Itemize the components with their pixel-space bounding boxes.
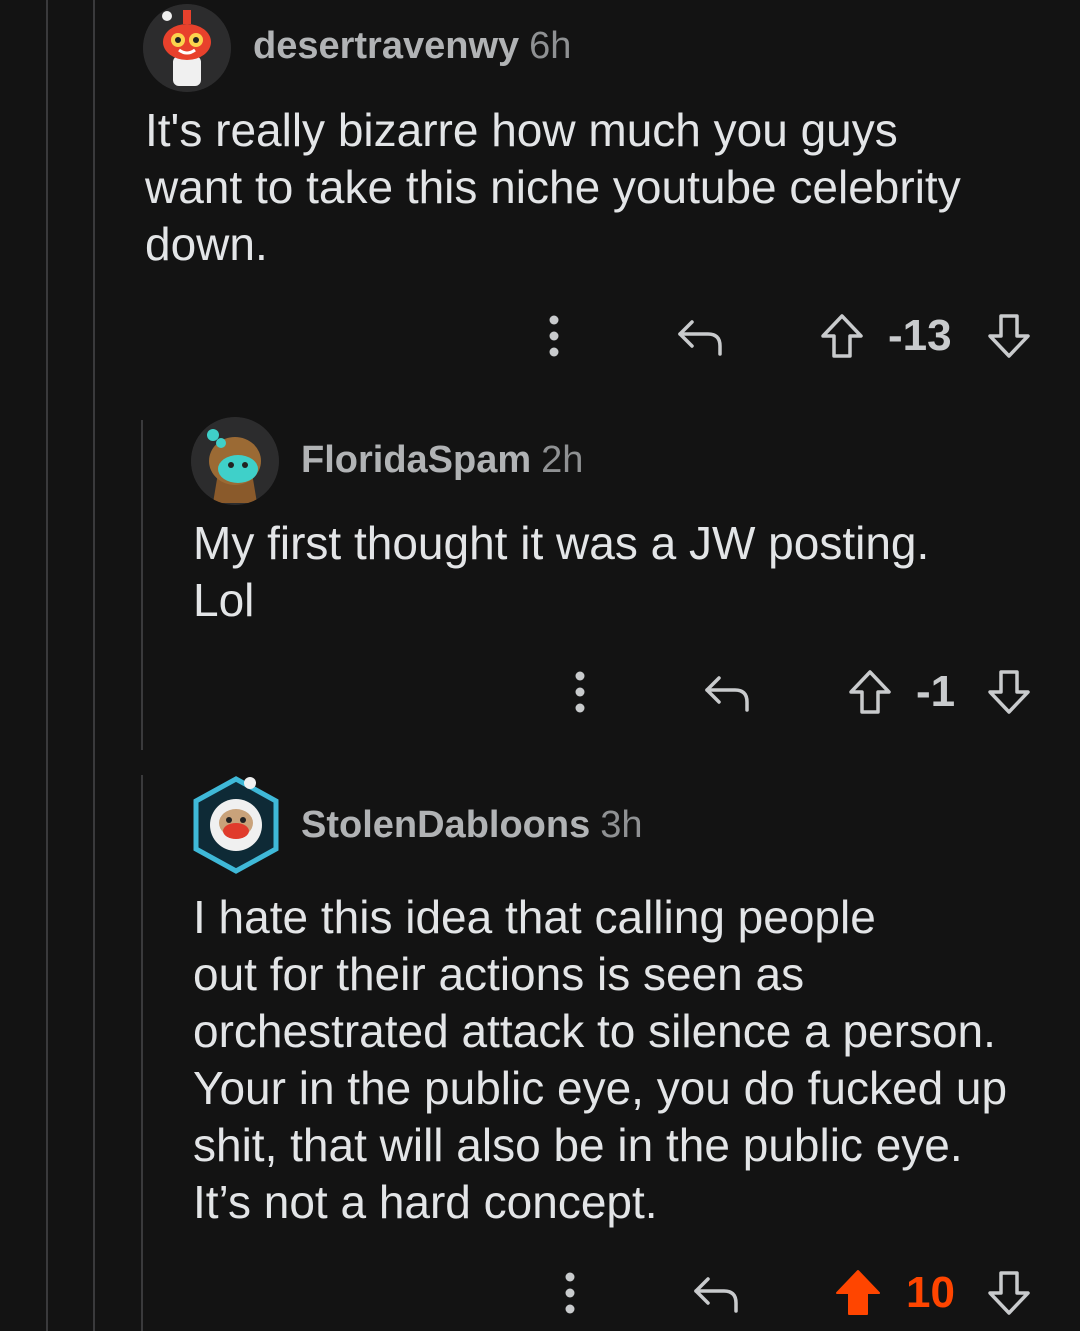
timestamp: 3h	[600, 804, 643, 846]
downvote-button[interactable]	[984, 662, 1034, 722]
more-options-button[interactable]	[534, 306, 574, 366]
upvote-arrow-icon	[849, 670, 891, 714]
comment-body: It's really bizarre how much you guys wa…	[145, 104, 961, 270]
reply-button[interactable]	[688, 1263, 742, 1323]
timestamp: 2h	[541, 439, 584, 481]
more-options-button[interactable]	[550, 1263, 590, 1323]
nft-hexagon-avatar-icon	[193, 776, 279, 874]
comment-meta: desertravenwy 6h	[253, 25, 571, 68]
downvote-button[interactable]	[984, 306, 1034, 366]
downvote-arrow-icon	[988, 314, 1030, 358]
more-options-button[interactable]	[560, 662, 600, 722]
comment-body: My first thought it was a JW posting. Lo…	[193, 517, 930, 626]
comment-actions: 10	[0, 1263, 1080, 1323]
downvote-button[interactable]	[984, 1263, 1034, 1323]
downvote-arrow-icon	[988, 670, 1030, 714]
upvote-button[interactable]	[817, 306, 867, 366]
reply-arrow-icon	[694, 1277, 738, 1313]
upvote-button[interactable]	[845, 662, 895, 722]
reply-button[interactable]	[672, 306, 726, 366]
snoo-avatar-icon	[191, 417, 279, 505]
snoo-avatar-icon	[143, 4, 231, 92]
vote-score: 10	[906, 1268, 955, 1317]
avatar[interactable]	[191, 417, 279, 505]
comment-body: I hate this idea that calling people out…	[193, 891, 1008, 1228]
more-vertical-icon	[575, 671, 585, 713]
upvote-arrow-icon	[821, 314, 863, 358]
comment-meta: FloridaSpam 2h	[301, 439, 583, 482]
avatar[interactable]	[143, 4, 231, 92]
reply-arrow-icon	[678, 320, 722, 356]
upvote-filled-arrow-icon	[836, 1270, 880, 1315]
username[interactable]: StolenDabloons	[301, 804, 590, 846]
vote-score: -1	[916, 667, 956, 716]
username[interactable]: FloridaSpam	[301, 439, 531, 481]
username[interactable]: desertravenwy	[253, 25, 519, 67]
downvote-arrow-icon	[988, 1271, 1030, 1315]
comment-meta: StolenDabloons 3h	[301, 804, 643, 847]
upvote-button-active[interactable]	[833, 1263, 883, 1323]
reply-button[interactable]	[699, 662, 753, 722]
vote-score: -13	[888, 311, 952, 360]
timestamp: 6h	[529, 25, 572, 67]
reply-arrow-icon	[705, 676, 749, 712]
thread-line-reply-stolendabloons[interactable]	[141, 775, 143, 1331]
avatar[interactable]	[190, 773, 282, 877]
more-vertical-icon	[549, 315, 559, 357]
comment-actions: -1	[0, 662, 1080, 722]
comment-actions: -13	[0, 306, 1080, 366]
more-vertical-icon	[565, 1272, 575, 1314]
